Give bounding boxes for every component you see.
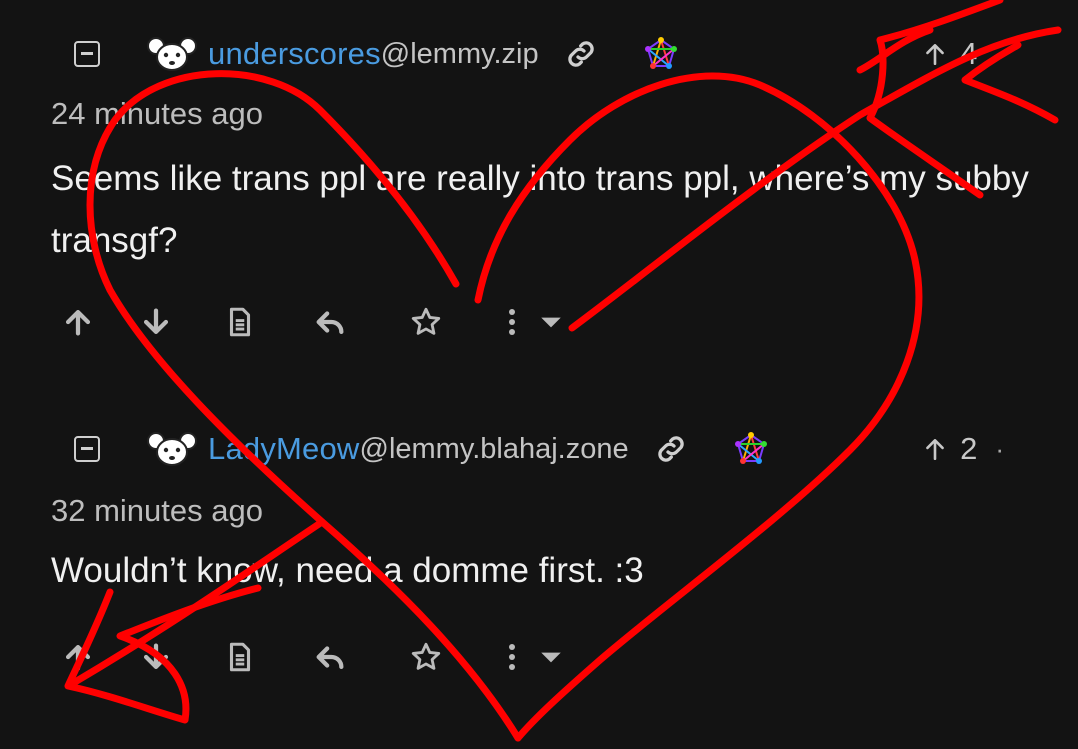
reply-button[interactable] — [310, 637, 350, 677]
comment-body: Seems like trans ppl are really into tra… — [51, 159, 1029, 260]
comment-body: Wouldn’t know, need a domme first. :3 — [51, 551, 644, 590]
reply-icon — [316, 646, 344, 670]
username-link[interactable]: LadyMeow — [208, 431, 360, 467]
score-value: 4 — [960, 36, 978, 71]
more-icon — [509, 644, 515, 670]
more-actions-button[interactable] — [506, 640, 564, 674]
collapse-icon[interactable] — [74, 436, 100, 462]
score-dot: · — [995, 433, 1004, 464]
comment-actions — [58, 635, 564, 679]
user-instance[interactable]: @lemmy.blahaj.zone — [360, 433, 629, 466]
fediverse-icon[interactable] — [733, 431, 769, 467]
view-source-button[interactable] — [220, 637, 260, 677]
save-star-icon — [411, 307, 441, 335]
user-instance[interactable]: @lemmy.zip — [381, 38, 539, 71]
score-arrow-icon — [926, 439, 944, 461]
comment-header: underscores @lemmy.zip 4 · — [74, 34, 1054, 74]
comment-thread: underscores @lemmy.zip 4 · 24 minutes ag… — [0, 0, 1078, 749]
fediverse-icon[interactable] — [643, 36, 679, 72]
score: 2 · — [922, 429, 1004, 469]
avatar-icon[interactable] — [146, 431, 198, 467]
upvote-button[interactable] — [58, 302, 98, 342]
score-value: 2 — [960, 431, 978, 466]
dropdown-icon — [541, 317, 561, 328]
save-button[interactable] — [406, 302, 446, 342]
downvote-button[interactable] — [136, 302, 176, 342]
score-arrow-icon — [926, 44, 944, 66]
downvote-icon — [143, 643, 169, 670]
comment-time: 24 minutes ago — [51, 96, 263, 131]
save-star-icon — [411, 642, 441, 670]
view-source-button[interactable] — [220, 302, 260, 342]
more-actions-button[interactable] — [506, 305, 564, 339]
view-source-icon — [229, 307, 251, 337]
score: 4 · — [922, 34, 1004, 74]
save-button[interactable] — [406, 637, 446, 677]
avatar-icon[interactable] — [146, 36, 198, 72]
downvote-button[interactable] — [136, 637, 176, 677]
upvote-button[interactable] — [58, 637, 98, 677]
more-icon — [509, 309, 515, 335]
upvote-icon — [65, 309, 91, 336]
reply-icon — [316, 311, 344, 335]
downvote-icon — [143, 308, 169, 335]
upvote-icon — [65, 644, 91, 671]
username-link[interactable]: underscores — [208, 36, 381, 72]
link-icon[interactable] — [563, 36, 599, 72]
view-source-icon — [229, 642, 251, 672]
comment-time: 32 minutes ago — [51, 493, 263, 528]
collapse-icon[interactable] — [74, 41, 100, 67]
score-dot: · — [995, 38, 1004, 69]
comment-header: LadyMeow @lemmy.blahaj.zone 2 · — [74, 429, 1054, 469]
reply-button[interactable] — [310, 302, 350, 342]
dropdown-icon — [541, 652, 561, 663]
comment-actions — [58, 300, 564, 344]
link-icon[interactable] — [653, 431, 689, 467]
